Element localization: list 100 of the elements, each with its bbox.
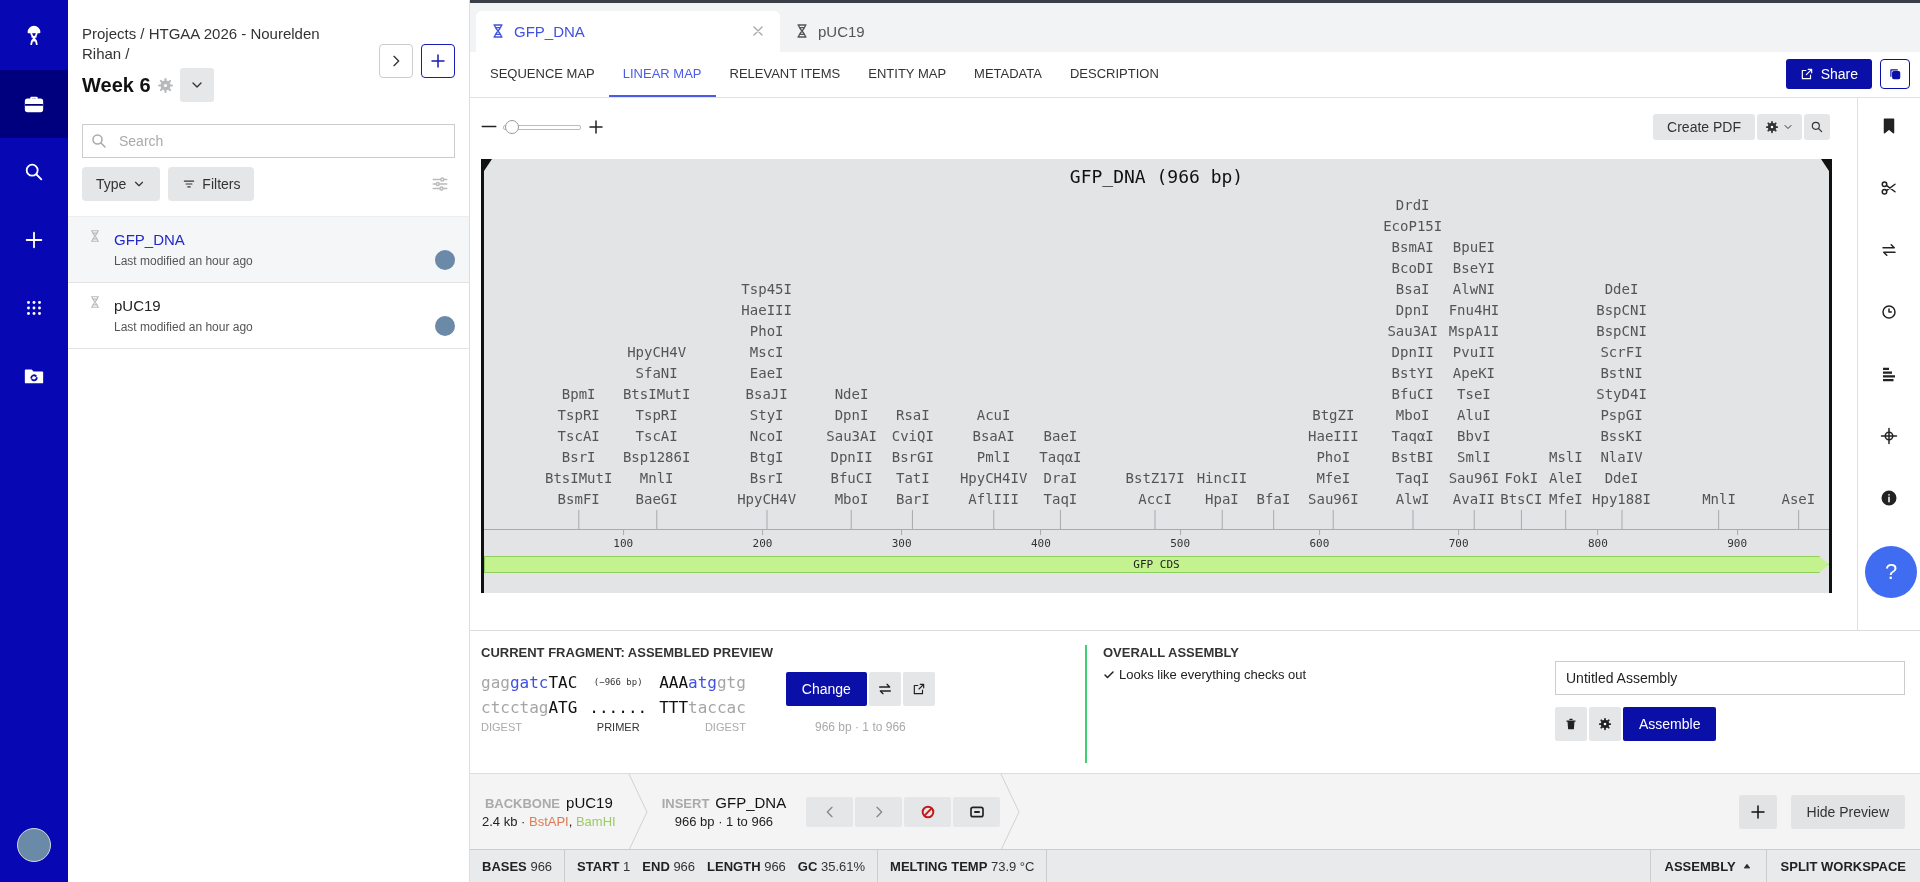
type-dropdown[interactable]: Type <box>82 167 161 201</box>
enzyme-label[interactable]: BtsIMutI <box>544 467 613 489</box>
slider-thumb[interactable] <box>505 119 520 134</box>
enzyme-label[interactable]: BaeGI <box>635 488 678 510</box>
nav-button[interactable] <box>0 70 68 138</box>
enzyme-label[interactable]: PspGI <box>1600 404 1643 426</box>
enzyme-label[interactable]: AseI <box>1781 488 1816 510</box>
enzyme-label[interactable]: PhoI <box>1316 446 1351 468</box>
enzyme-label[interactable]: BsrI <box>561 446 596 468</box>
enzyme-label[interactable]: MboI <box>1395 404 1430 426</box>
enzyme-label[interactable]: MfeI <box>1316 467 1351 489</box>
enzyme-label[interactable]: BsrI <box>749 467 784 489</box>
enzyme-label[interactable]: DpnII <box>1391 341 1434 363</box>
share-button[interactable]: Share <box>1785 59 1872 90</box>
enzyme-label[interactable]: BtsCI <box>1500 488 1543 510</box>
enzyme-label[interactable]: BsmFI <box>557 488 600 510</box>
enzyme-label[interactable]: MslI <box>1549 446 1583 468</box>
enzyme-label[interactable]: BsaAI <box>972 425 1015 447</box>
zoom-slider[interactable] <box>503 119 581 134</box>
enzyme-label[interactable]: AcuI <box>976 404 1011 426</box>
enzyme-label[interactable]: MnlI <box>639 467 674 489</box>
enzyme-label[interactable]: HaeIII <box>741 299 792 321</box>
enzyme-label[interactable]: TatI <box>895 467 930 489</box>
create-pdf-button[interactable]: Create PDF <box>1653 113 1755 140</box>
enzyme-label[interactable]: ScrFI <box>1600 341 1643 363</box>
enzyme-label[interactable]: Sau96I <box>1308 488 1359 510</box>
enzyme-label[interactable]: ApeKI <box>1452 362 1495 384</box>
enzyme-label[interactable]: MscI <box>749 341 784 363</box>
enzyme-label[interactable]: NcoI <box>749 425 784 447</box>
enzyme-label[interactable]: BsaJI <box>745 383 788 405</box>
enzyme-label[interactable]: HpaI <box>1205 488 1239 510</box>
enzyme-label[interactable]: TaqαI <box>1391 425 1434 447</box>
enzyme-label[interactable]: Sau3AI <box>1387 320 1438 342</box>
enzyme-label[interactable]: BstYI <box>1391 362 1434 384</box>
enzyme-label[interactable]: FokI <box>1504 467 1539 489</box>
enzyme-label[interactable]: BtsIMutI <box>622 383 691 405</box>
enzyme-label[interactable]: TspRI <box>635 404 678 426</box>
enzyme-label[interactable]: BstBI <box>1391 446 1434 468</box>
enzyme-label[interactable]: BssKI <box>1600 425 1643 447</box>
enzyme-label[interactable]: BstNI <box>1600 362 1643 384</box>
enzyme-label[interactable]: BfaI <box>1256 488 1291 510</box>
enzyme-label[interactable]: AccI <box>1138 488 1172 510</box>
enzyme-label[interactable]: AflIII <box>968 488 1019 510</box>
enzyme-label[interactable]: DdeI <box>1604 467 1639 489</box>
enzyme-label[interactable]: StyI <box>749 404 784 426</box>
enzyme-label[interactable]: DpnI <box>834 404 869 426</box>
enzyme-label[interactable]: DpnI <box>1395 299 1430 321</box>
enzyme-label[interactable]: TspRI <box>557 404 600 426</box>
assembly-name-field[interactable]: Untitled Assembly <box>1555 661 1905 696</box>
enzyme-label[interactable]: SmlI <box>1457 446 1491 468</box>
enzyme-label[interactable]: NdeI <box>834 383 869 405</box>
enzyme-label[interactable]: Tsp45I <box>741 278 792 300</box>
enzyme-label[interactable]: TaqI <box>1043 488 1078 510</box>
enzyme-label[interactable]: TaqI <box>1395 467 1430 489</box>
enzyme-label[interactable]: HpyCH4IV <box>959 467 1028 489</box>
enzyme-label[interactable]: AlwI <box>1395 488 1430 510</box>
view-tab[interactable]: LINEAR MAP <box>608 51 716 97</box>
search-field[interactable]: Search <box>82 124 455 158</box>
enzyme-label[interactable]: EcoP15I <box>1383 215 1443 237</box>
view-tab[interactable]: ENTITY MAP <box>854 51 961 97</box>
enzyme-label[interactable]: AluI <box>1457 404 1491 426</box>
export-button[interactable] <box>902 672 935 707</box>
enzyme-label[interactable]: EaeI <box>749 362 784 384</box>
enzyme-label[interactable]: BsaI <box>1395 278 1430 300</box>
enzyme-label[interactable]: BpuEI <box>1452 236 1495 258</box>
edit-ends-button[interactable] <box>953 796 1001 827</box>
enzyme-label[interactable]: Sau3AI <box>826 425 877 447</box>
enzyme-label[interactable]: BtgZI <box>1312 404 1355 426</box>
insert-fragment[interactable]: INSERT GFP_DNA 966 bp · 1 to 966 <box>661 794 799 830</box>
delete-button[interactable] <box>1555 707 1587 742</box>
document-tab[interactable]: GFP_DNA <box>476 10 780 52</box>
enzyme-label[interactable]: BtgI <box>749 446 784 468</box>
dropdown-button[interactable] <box>179 68 214 102</box>
enzyme-label[interactable]: Bsp1286I <box>622 446 691 468</box>
enzyme-label[interactable]: HaeIII <box>1308 425 1359 447</box>
enzyme-label[interactable]: StyD4I <box>1596 383 1647 405</box>
enzyme-label[interactable]: HincII <box>1196 467 1248 489</box>
enzyme-label[interactable]: HpyCH4V <box>627 341 687 363</box>
sequence-list-item[interactable]: GFP_DNA Last modified an hour ago <box>68 217 469 283</box>
add-fragment-button[interactable] <box>1738 794 1777 829</box>
add-button[interactable] <box>421 44 455 78</box>
swap-button[interactable] <box>868 672 901 707</box>
view-tab[interactable]: RELEVANT ITEMS <box>715 51 855 97</box>
enzyme-label[interactable]: PvuII <box>1452 341 1495 363</box>
breadcrumb[interactable]: Projects / HTGAA 2026 - Nourelden Rihan / <box>82 24 344 64</box>
enzyme-label[interactable]: AlwNI <box>1452 278 1495 300</box>
enzyme-label[interactable]: TscAI <box>635 425 678 447</box>
enzyme-label[interactable]: SfaNI <box>635 362 678 384</box>
enzyme-label[interactable]: DrdI <box>1395 194 1430 216</box>
change-button[interactable]: Change <box>785 672 867 707</box>
enzyme-label[interactable]: RsaI <box>895 404 930 426</box>
enzyme-label[interactable]: MnlI <box>1702 488 1736 510</box>
enzyme-label[interactable]: TscAI <box>557 425 600 447</box>
enzyme-label[interactable]: AvaII <box>1452 488 1495 510</box>
enzyme-label[interactable]: BpmI <box>561 383 596 405</box>
enzyme-label[interactable]: BbvI <box>1457 425 1491 447</box>
enzyme-label[interactable]: PhoI <box>749 320 784 342</box>
enzyme-label[interactable]: Sau96I <box>1448 467 1500 489</box>
enzyme-label[interactable]: Fnu4HI <box>1448 299 1500 321</box>
enzyme-label[interactable]: HpyCH4V <box>737 488 797 510</box>
